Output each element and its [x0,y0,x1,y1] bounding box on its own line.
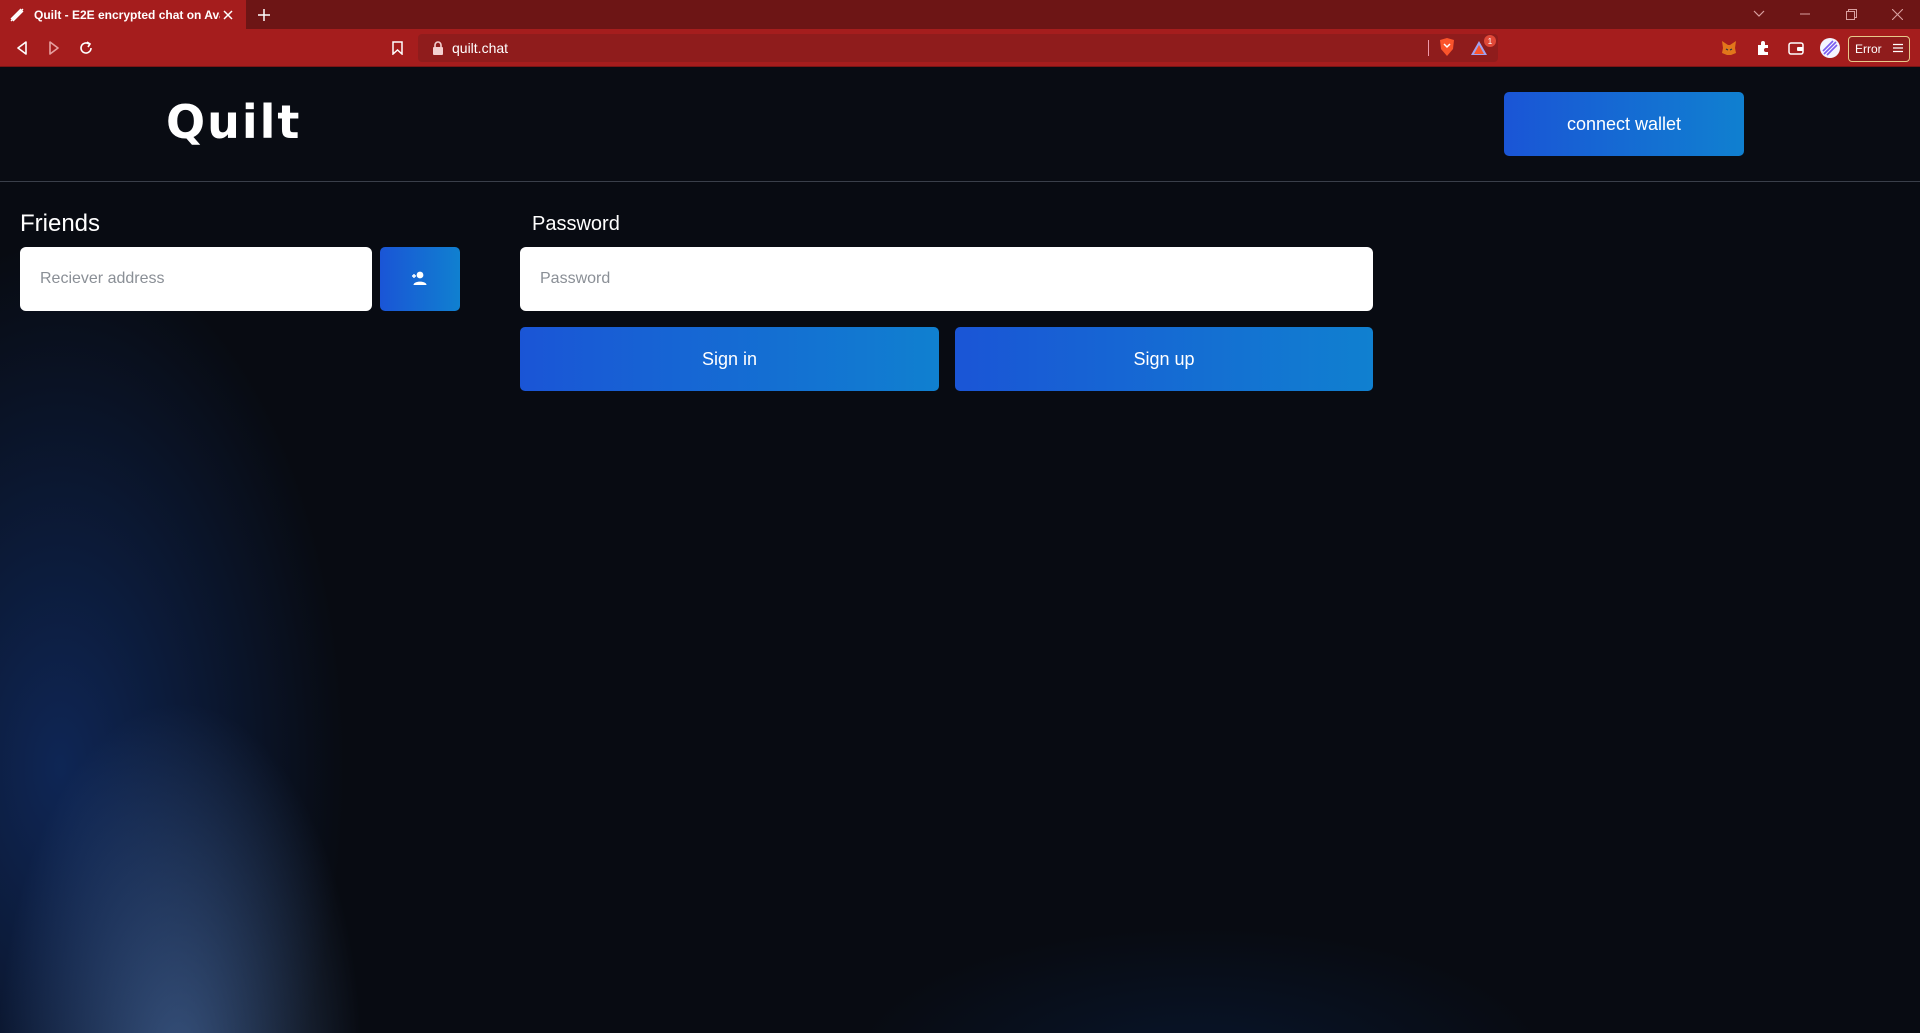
lock-icon [432,41,446,55]
close-tab-icon[interactable] [220,7,236,23]
password-input[interactable] [520,247,1373,311]
metamask-icon[interactable] [1718,37,1740,59]
rewards-badge: 1 [1484,35,1496,47]
sign-in-button[interactable]: Sign in [520,327,939,391]
tab-strip: Quilt - E2E encrypted chat on Ava [0,0,1920,29]
bookmark-icon[interactable] [386,37,408,59]
wallet-icon[interactable] [1785,37,1807,59]
new-tab-icon[interactable] [254,5,274,25]
tab-title: Quilt - E2E encrypted chat on Ava [34,7,220,22]
app-logo: Quilt [166,95,302,149]
minimize-icon[interactable] [1794,4,1816,24]
sign-up-button[interactable]: Sign up [955,327,1373,391]
page-content: Quilt connect wallet Friends Password Si… [0,67,1920,1033]
browser-tab[interactable]: Quilt - E2E encrypted chat on Ava [0,0,246,29]
friends-title: Friends [20,210,101,237]
hamburger-icon [1893,42,1903,56]
address-bar[interactable]: quilt.chat [418,34,1498,62]
back-icon[interactable] [11,37,33,59]
restore-icon[interactable] [1840,4,1862,24]
connect-wallet-button[interactable]: connect wallet [1504,92,1744,156]
browser-toolbar: quilt.chat [0,29,1920,67]
add-person-icon [411,270,429,289]
receiver-address-input[interactable] [20,247,372,311]
app-header: Quilt connect wallet [0,67,1920,182]
extensions-icon[interactable] [1752,37,1774,59]
close-window-icon[interactable] [1886,4,1908,24]
add-friend-button[interactable] [380,247,460,311]
tab-search-icon[interactable] [1748,4,1770,24]
password-label: Password [532,213,620,235]
reload-icon[interactable] [75,37,97,59]
brave-rewards-icon[interactable]: 1 [1470,35,1498,57]
quilt-favicon-icon [10,8,24,22]
brave-shield-icon[interactable] [1438,37,1456,57]
profile-avatar-icon[interactable] [1819,37,1841,59]
forward-icon[interactable] [43,37,65,59]
menu-status-label: Error [1855,42,1882,56]
url-text: quilt.chat [452,40,509,56]
omnibox-divider [1428,40,1429,56]
browser-menu-button[interactable]: Error [1848,36,1910,62]
